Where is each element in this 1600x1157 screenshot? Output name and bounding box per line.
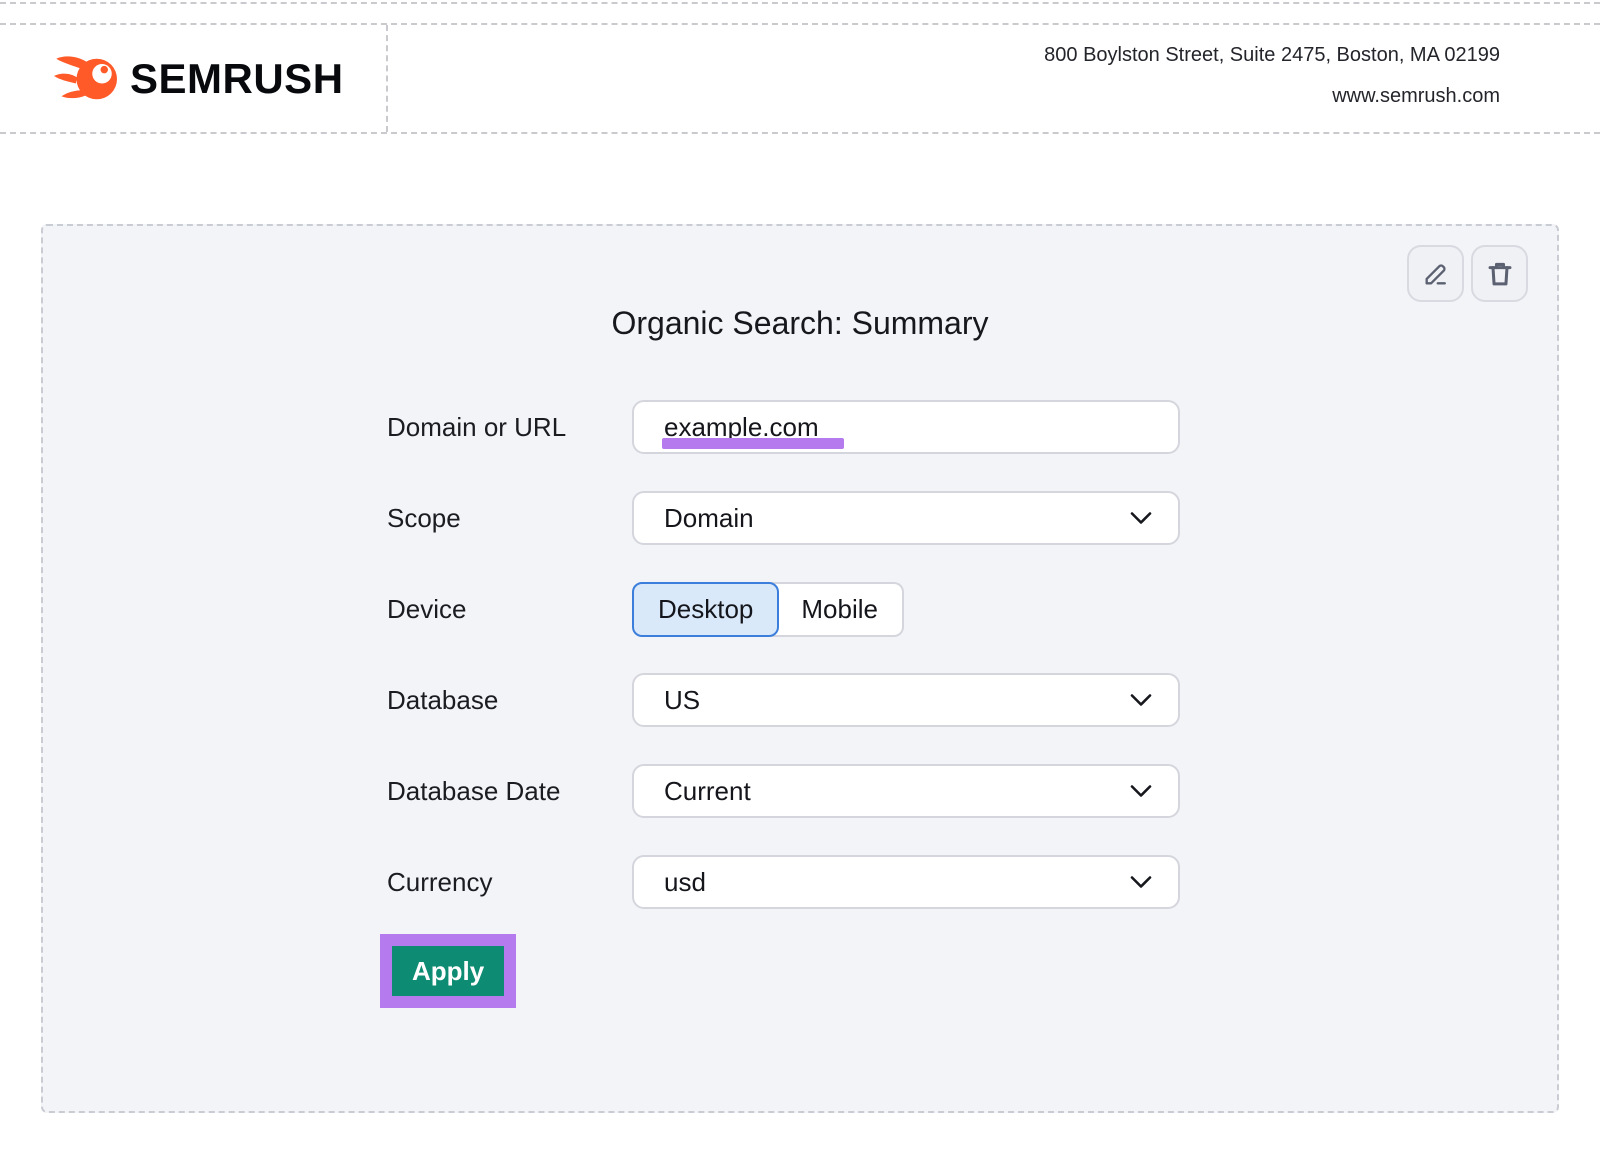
highlight-underline xyxy=(662,438,844,449)
chevron-down-icon xyxy=(1130,512,1152,525)
field-row-database-date: Database Date Current xyxy=(43,764,1557,820)
scope-label: Scope xyxy=(387,491,461,545)
database-date-label: Database Date xyxy=(387,764,560,818)
semrush-logo: SEMRUSH xyxy=(54,53,344,105)
device-toggle: Desktop Mobile xyxy=(632,582,904,637)
scope-select-value: Domain xyxy=(664,503,754,534)
field-row-scope: Scope Domain xyxy=(43,491,1557,547)
report-header: SEMRUSH 800 Boylston Street, Suite 2475,… xyxy=(0,23,1600,134)
database-label: Database xyxy=(387,673,498,727)
widget-card: Organic Search: Summary Domain or URL ex… xyxy=(41,224,1559,1113)
semrush-logo-text: SEMRUSH xyxy=(130,55,344,103)
top-divider xyxy=(0,2,1600,4)
widget-actions xyxy=(1407,245,1528,302)
trash-icon xyxy=(1486,260,1514,288)
database-date-select[interactable]: Current xyxy=(632,764,1180,818)
device-option-mobile[interactable]: Mobile xyxy=(771,582,904,637)
highlight-outline: Apply xyxy=(380,934,516,1008)
device-option-desktop[interactable]: Desktop xyxy=(632,582,779,637)
company-website: www.semrush.com xyxy=(1044,84,1500,108)
widget-title: Organic Search: Summary xyxy=(43,305,1557,342)
database-select-value: US xyxy=(664,685,700,716)
database-select[interactable]: US xyxy=(632,673,1180,727)
domain-input[interactable]: example.com xyxy=(632,400,1180,454)
field-row-database: Database US xyxy=(43,673,1557,729)
delete-widget-button[interactable] xyxy=(1471,245,1528,302)
scope-select[interactable]: Domain xyxy=(632,491,1180,545)
field-row-device: Device Desktop Mobile xyxy=(43,582,1557,638)
field-row-currency: Currency usd xyxy=(43,855,1557,911)
chevron-down-icon xyxy=(1130,785,1152,798)
domain-label: Domain or URL xyxy=(387,400,566,454)
apply-button[interactable]: Apply xyxy=(392,946,504,996)
currency-select-value: usd xyxy=(664,867,706,898)
semrush-flame-icon xyxy=(54,53,120,105)
edit-widget-button[interactable] xyxy=(1407,245,1464,302)
field-row-domain: Domain or URL example.com xyxy=(43,400,1557,456)
header-contact: 800 Boylston Street, Suite 2475, Boston,… xyxy=(1044,43,1500,108)
company-address: 800 Boylston Street, Suite 2475, Boston,… xyxy=(1044,43,1500,67)
header-column-divider xyxy=(386,25,388,132)
chevron-down-icon xyxy=(1130,694,1152,707)
currency-label: Currency xyxy=(387,855,492,909)
currency-select[interactable]: usd xyxy=(632,855,1180,909)
database-date-select-value: Current xyxy=(664,776,751,807)
pencil-icon xyxy=(1422,260,1450,288)
device-label: Device xyxy=(387,582,466,636)
chevron-down-icon xyxy=(1130,876,1152,889)
